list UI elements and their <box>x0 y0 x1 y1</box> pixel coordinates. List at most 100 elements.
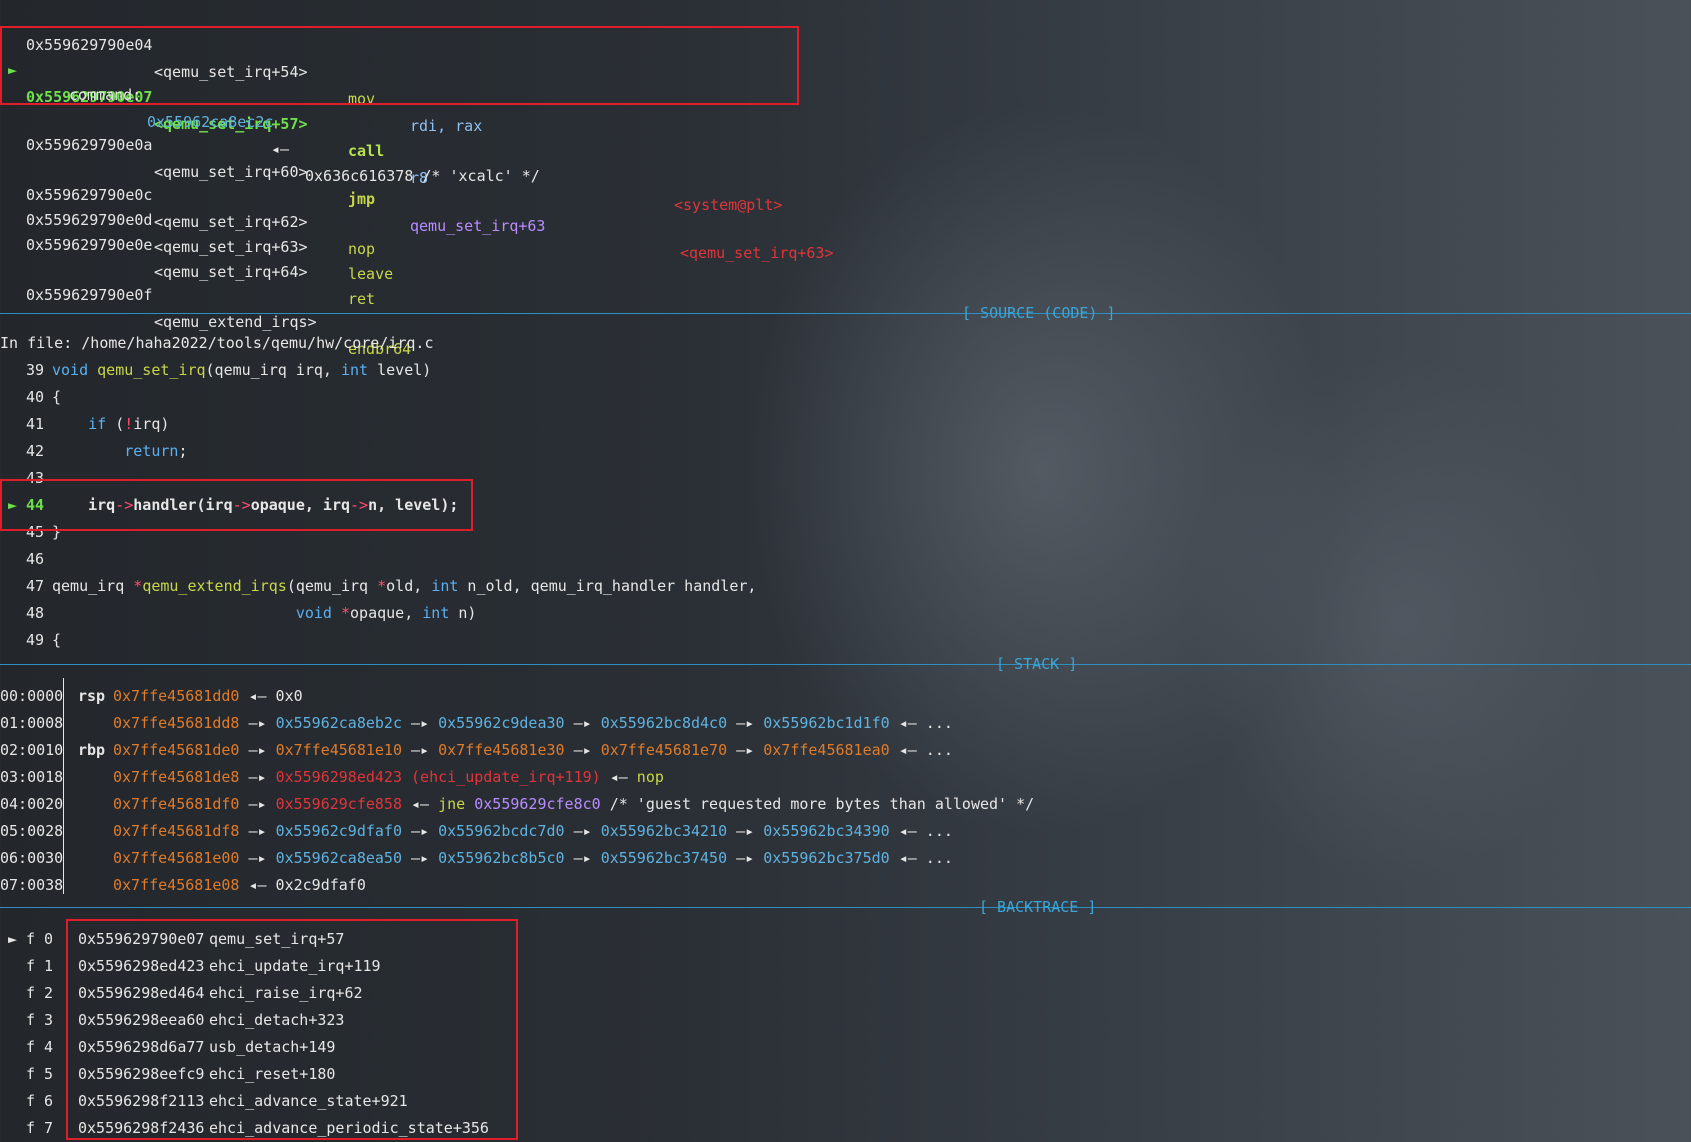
code-token: —▸ <box>239 849 276 867</box>
disasm-mnemonic: call <box>348 142 385 160</box>
backtrace-header: [ BACKTRACE ] <box>979 898 1097 916</box>
code-token: jne <box>438 795 475 813</box>
stack-value: 0x7ffe45681df0 —▸ 0x559629cfe858 ◂— jne … <box>113 791 1034 818</box>
highlight-box-backtrace <box>66 919 518 1140</box>
disasm-symbol: <qemu_set_irq+62> <box>154 213 308 231</box>
code-token: ◂— ... <box>889 741 953 759</box>
source-line-number: 41 <box>26 415 45 433</box>
code-token: void <box>52 361 98 379</box>
frame-index: f 7 <box>26 1119 54 1137</box>
code-token: ◂— ... <box>889 849 953 867</box>
stack-register: rbp <box>78 741 106 759</box>
command-value: 0x636c616378 /* 'xcalc' */ <box>305 167 540 185</box>
disasm-symbol: <qemu_set_irq+63> <box>154 238 308 256</box>
frame-index: f 3 <box>26 1011 54 1029</box>
code-token: 0x55962bcdc7d0 <box>438 822 565 840</box>
code-token: 0x7ffe45681e70 <box>600 741 728 759</box>
code-token: int <box>422 604 450 622</box>
frame-index: f 0 <box>26 930 54 948</box>
code-token: —▸ <box>564 849 601 867</box>
frame-index: f 2 <box>26 984 54 1002</box>
source-line-code: if (!irq) <box>52 411 169 438</box>
stack-offset: 00:0000 <box>0 687 64 705</box>
code-token: 0x55962bc34390 <box>763 822 890 840</box>
code-token: * <box>133 577 143 595</box>
code-token: —▸ <box>727 822 764 840</box>
code-token: —▸ <box>402 822 439 840</box>
code-token: 0x55962bc1d1f0 <box>763 714 890 732</box>
code-token: 0x559629cfe8c0 <box>474 795 601 813</box>
code-token: 0x55962bc375d0 <box>763 849 890 867</box>
code-token: nop <box>636 768 664 786</box>
code-token: 0x55962bc37450 <box>600 849 728 867</box>
code-token: int <box>341 361 369 379</box>
stack-offset: 06:0030 <box>0 849 64 867</box>
code-token: if <box>88 415 107 433</box>
code-token: —▸ <box>564 822 601 840</box>
section-separator <box>0 907 1691 908</box>
disasm-operands: qemu_set_irq+63 <box>410 217 546 235</box>
stack-offset: 01:0008 <box>0 714 64 732</box>
code-token: 0x55962c9dea30 <box>438 714 565 732</box>
stack-value: 0x7ffe45681de8 —▸ 0x5596298ed423 (ehci_u… <box>113 764 664 791</box>
disasm-annotation: <system@plt> <box>674 196 783 214</box>
highlight-box-call <box>0 26 799 105</box>
stack-offset: 07:0038 <box>0 876 64 894</box>
code-token: old, <box>386 577 432 595</box>
code-token: —▸ <box>727 741 764 759</box>
code-token: { <box>52 631 62 649</box>
disasm-addr: 0x559629790e0f <box>26 286 153 304</box>
code-token: qemu_set_irq <box>97 361 206 379</box>
code-token: /* 'guest requested more bytes than allo… <box>600 795 1035 813</box>
code-token: 0x7ffe45681e08 <box>113 876 240 894</box>
code-token: ◂— ... <box>889 714 953 732</box>
code-token: 0x7ffe45681dd0 <box>113 687 240 705</box>
code-token: level) <box>368 361 432 379</box>
code-token: 0x7ffe45681df0 <box>113 795 240 813</box>
disasm-symbol: <qemu_set_irq+64> <box>154 263 308 281</box>
code-token: void <box>295 604 341 622</box>
disasm-line: 0x559629790e0c <qemu_set_irq+62> nop <box>26 155 375 258</box>
code-token: 0x7ffe45681e30 <box>438 741 565 759</box>
source-line-code: { <box>52 384 61 411</box>
code-token: n_old, qemu_irq_handler handler, <box>458 577 757 595</box>
code-token: ◂— 0x2c9dfaf0 <box>239 876 366 894</box>
section-separator <box>0 664 1691 665</box>
stack-value: 0x7ffe45681e00 —▸ 0x55962ca8ea50 —▸ 0x55… <box>113 845 953 872</box>
code-token: —▸ <box>239 822 276 840</box>
stack-value: 0x7ffe45681df8 —▸ 0x55962c9dfaf0 —▸ 0x55… <box>113 818 953 845</box>
source-line-code: { <box>52 627 61 654</box>
code-token: —▸ <box>239 714 276 732</box>
frame-index: f 4 <box>26 1038 54 1056</box>
source-file-path: In file: /home/haha2022/tools/qemu/hw/co… <box>0 334 434 352</box>
code-token: —▸ <box>239 768 276 786</box>
code-token: * <box>341 604 351 622</box>
code-token: qemu_extend_irqs <box>142 577 287 595</box>
source-line-number: 40 <box>26 388 45 406</box>
source-line-number: 42 <box>26 442 45 460</box>
disasm-line: 0x559629790e0a <qemu_set_irq+60> jmp qem… <box>26 105 834 262</box>
command-pointer: 0x55962ca8ec2c <box>147 113 274 131</box>
stack-value: 0x7ffe45681de0 —▸ 0x7ffe45681e10 —▸ 0x7f… <box>113 737 953 764</box>
stack-value: 0x7ffe45681dd8 —▸ 0x55962ca8eb2c —▸ 0x55… <box>113 710 953 737</box>
disasm-annotation: <qemu_set_irq+63> <box>680 244 834 262</box>
code-token: 0x55962ca8eb2c <box>275 714 402 732</box>
current-frame-marker-icon: ► <box>8 930 18 948</box>
code-token: 0x7ffe45681dd8 <box>113 714 240 732</box>
disasm-mnemonic: jmp <box>348 190 376 208</box>
code-token: 0x7ffe45681de8 <box>113 768 240 786</box>
code-token: 0x7ffe45681e10 <box>275 741 402 759</box>
disasm-mnemonic: nop <box>348 240 376 258</box>
highlight-box-source-line <box>0 479 473 531</box>
code-token: —▸ <box>727 714 764 732</box>
code-token: —▸ <box>239 795 276 813</box>
source-line-number: 47 <box>26 577 45 595</box>
frame-index: f 5 <box>26 1065 54 1083</box>
stack-header: [ STACK ] <box>996 655 1078 673</box>
code-token: irq) <box>133 415 170 433</box>
source-line-code: void qemu_set_irq(qemu_irq irq, int leve… <box>52 357 431 384</box>
code-token: 0x55962c9dfaf0 <box>275 822 402 840</box>
code-token: ; <box>178 442 188 460</box>
